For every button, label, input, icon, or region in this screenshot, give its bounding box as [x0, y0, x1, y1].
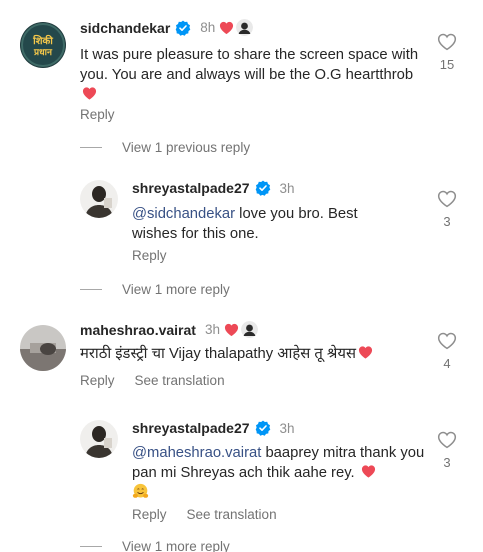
reply-button[interactable]: Reply [80, 373, 115, 388]
view-more-replies[interactable]: View 1 more reply [80, 539, 230, 552]
like-button[interactable]: 3 [432, 430, 462, 470]
comment-text: @sidchandekar love you bro. Best wishes … [132, 206, 358, 242]
red-heart-icon [82, 86, 97, 100]
red-heart-icon [361, 464, 376, 478]
mention-link[interactable]: @sidchandekar [132, 206, 235, 222]
like-button[interactable]: 4 [432, 331, 462, 371]
username[interactable]: sidchandekar [80, 20, 170, 36]
like-count: 3 [443, 214, 451, 229]
avatar[interactable] [20, 325, 66, 371]
like-count: 3 [443, 455, 451, 470]
verified-badge-icon [175, 20, 191, 36]
reply-button[interactable]: Reply [132, 248, 167, 263]
red-heart-icon [224, 322, 239, 337]
username[interactable]: shreyastalpade27 [132, 180, 250, 196]
verified-badge-icon [255, 180, 271, 196]
creator-avatar-icon [236, 19, 254, 36]
view-more-replies[interactable]: View 1 more reply [80, 282, 230, 297]
see-translation-button[interactable]: See translation [135, 373, 225, 388]
hugging-face-emoji [132, 483, 149, 500]
like-button[interactable]: 15 [432, 32, 462, 72]
avatar[interactable] [80, 180, 118, 218]
reply-button[interactable]: Reply [80, 107, 115, 122]
creator-avatar-icon [240, 321, 258, 338]
comment-text: मराठी इंडस्ट्री चा Vijay thalapathy आहेस… [80, 344, 425, 364]
see-translation-button[interactable]: See translation [187, 507, 277, 522]
divider-line [80, 147, 102, 148]
heart-outline-icon[interactable] [437, 331, 457, 350]
svg-text:शिकी: शिकी [32, 34, 53, 47]
view-previous-label[interactable]: View 1 previous reply [122, 140, 250, 155]
red-heart-icon [358, 345, 373, 359]
heart-outline-icon[interactable] [437, 430, 457, 449]
svg-text:प्रधान: प्रधान [33, 48, 53, 58]
comment-text: @maheshrao.vairat baaprey mitra thank yo… [132, 443, 427, 504]
timestamp: 3h [279, 420, 295, 436]
mention-link[interactable]: @maheshrao.vairat [132, 445, 261, 461]
like-button[interactable]: 3 [432, 189, 462, 229]
like-count: 4 [443, 356, 451, 371]
reply-button[interactable]: Reply [132, 507, 167, 522]
heart-outline-icon[interactable] [437, 32, 457, 51]
verified-badge-icon [255, 420, 271, 436]
divider-line [80, 546, 102, 547]
view-more-label[interactable]: View 1 more reply [122, 282, 230, 297]
timestamp: 8h [200, 20, 216, 35]
username[interactable]: maheshrao.vairat [80, 322, 196, 338]
timestamp: 3h [204, 322, 220, 337]
timestamp: 3h [279, 180, 295, 196]
avatar[interactable]: शिकी प्रधान [20, 22, 66, 68]
username[interactable]: shreyastalpade27 [132, 420, 250, 436]
like-count: 15 [439, 57, 455, 72]
avatar[interactable] [80, 420, 118, 458]
red-heart-icon [219, 20, 234, 35]
divider-line [80, 289, 102, 290]
view-previous-replies[interactable]: View 1 previous reply [80, 140, 250, 155]
heart-outline-icon[interactable] [437, 189, 457, 208]
view-more-label[interactable]: View 1 more reply [122, 539, 230, 552]
comment-text: It was pure pleasure to share the screen… [80, 45, 420, 105]
